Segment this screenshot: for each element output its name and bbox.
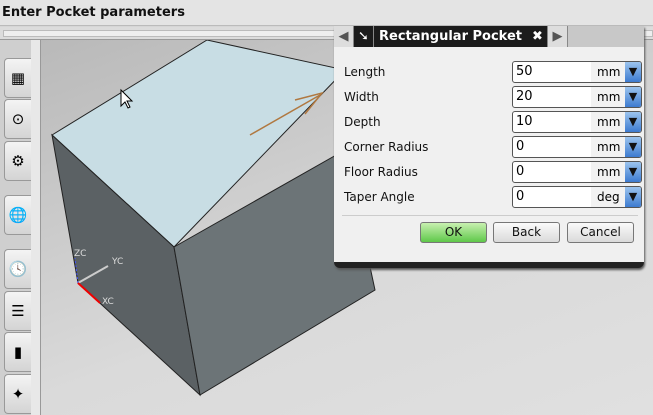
close-icon[interactable]: ✖: [528, 26, 548, 47]
dropdown-arrow-icon[interactable]: ▼: [625, 87, 641, 107]
ok-button[interactable]: OK: [420, 222, 487, 243]
forward-arrow-icon[interactable]: ▶: [548, 26, 568, 47]
field-value[interactable]: 0: [516, 164, 524, 179]
length-row: Length 50 mm ▼: [344, 61, 642, 83]
dropdown-arrow-icon[interactable]: ▼: [625, 137, 641, 157]
floor-radius-row: Floor Radius 0 mm ▼: [344, 161, 642, 183]
cancel-button[interactable]: Cancel: [567, 222, 634, 243]
back-button[interactable]: Back: [493, 222, 560, 243]
width-row: Width 20 mm ▼: [344, 86, 642, 108]
dropdown-arrow-icon[interactable]: ▼: [625, 162, 641, 182]
collapse-arrow-icon[interactable]: ➘: [354, 26, 374, 47]
field-label: Taper Angle: [344, 190, 415, 204]
field-value[interactable]: 20: [516, 89, 533, 104]
web-browser-icon[interactable]: 🌐: [4, 195, 31, 235]
width-input[interactable]: 20 mm ▼: [512, 86, 642, 108]
field-value[interactable]: 0: [516, 189, 524, 204]
system-materials-icon[interactable]: ☰: [4, 291, 31, 331]
roles-icon[interactable]: ✦: [4, 374, 31, 414]
visualization-icon[interactable]: ▮: [4, 332, 31, 372]
dialog-title: Rectangular Pocket: [374, 26, 528, 47]
corner-radius-row: Corner Radius 0 mm ▼: [344, 136, 642, 158]
resource-bar-divider[interactable]: [31, 40, 41, 415]
zc-axis-label: ZC: [74, 249, 87, 259]
dropdown-arrow-icon[interactable]: ▼: [625, 62, 641, 82]
rectangular-pocket-dialog: ◀ ➘ Rectangular Pocket ✖ ▶ Length 50 mm ▼ …: [334, 26, 644, 268]
length-input[interactable]: 50 mm ▼: [512, 61, 642, 83]
field-value[interactable]: 50: [516, 64, 533, 79]
dropdown-arrow-icon[interactable]: ▼: [625, 112, 641, 132]
corner-radius-input[interactable]: 0 mm ▼: [512, 136, 642, 158]
reuse-library-icon[interactable]: ⚙: [4, 141, 31, 181]
xc-axis-label: XC: [102, 297, 114, 307]
taper-angle-input[interactable]: 0 deg ▼: [512, 186, 642, 208]
yc-axis-label: YC: [112, 257, 124, 267]
history-icon[interactable]: 🕓: [4, 249, 31, 289]
depth-input[interactable]: 10 mm ▼: [512, 111, 642, 133]
assembly-navigator-icon[interactable]: ▦: [4, 58, 31, 98]
part-navigator-icon[interactable]: ⊙: [4, 99, 31, 139]
field-label: Depth: [344, 115, 381, 129]
floor-radius-input[interactable]: 0 mm ▼: [512, 161, 642, 183]
dropdown-arrow-icon[interactable]: ▼: [625, 187, 641, 207]
cue-line: Enter Pocket parameters: [0, 0, 653, 26]
field-label: Corner Radius: [344, 140, 429, 154]
field-label: Floor Radius: [344, 165, 418, 179]
divider: [342, 215, 638, 216]
depth-row: Depth 10 mm ▼: [344, 111, 642, 133]
taper-angle-row: Taper Angle 0 deg ▼: [344, 186, 642, 208]
resource-bar: ▦ ⊙ ⚙ 🌐 🕓 ☰ ▮ ✦: [0, 40, 31, 415]
back-arrow-icon[interactable]: ◀: [334, 26, 354, 47]
field-label: Width: [344, 90, 379, 104]
field-value[interactable]: 0: [516, 139, 524, 154]
field-value[interactable]: 10: [516, 114, 533, 129]
field-label: Length: [344, 65, 386, 79]
